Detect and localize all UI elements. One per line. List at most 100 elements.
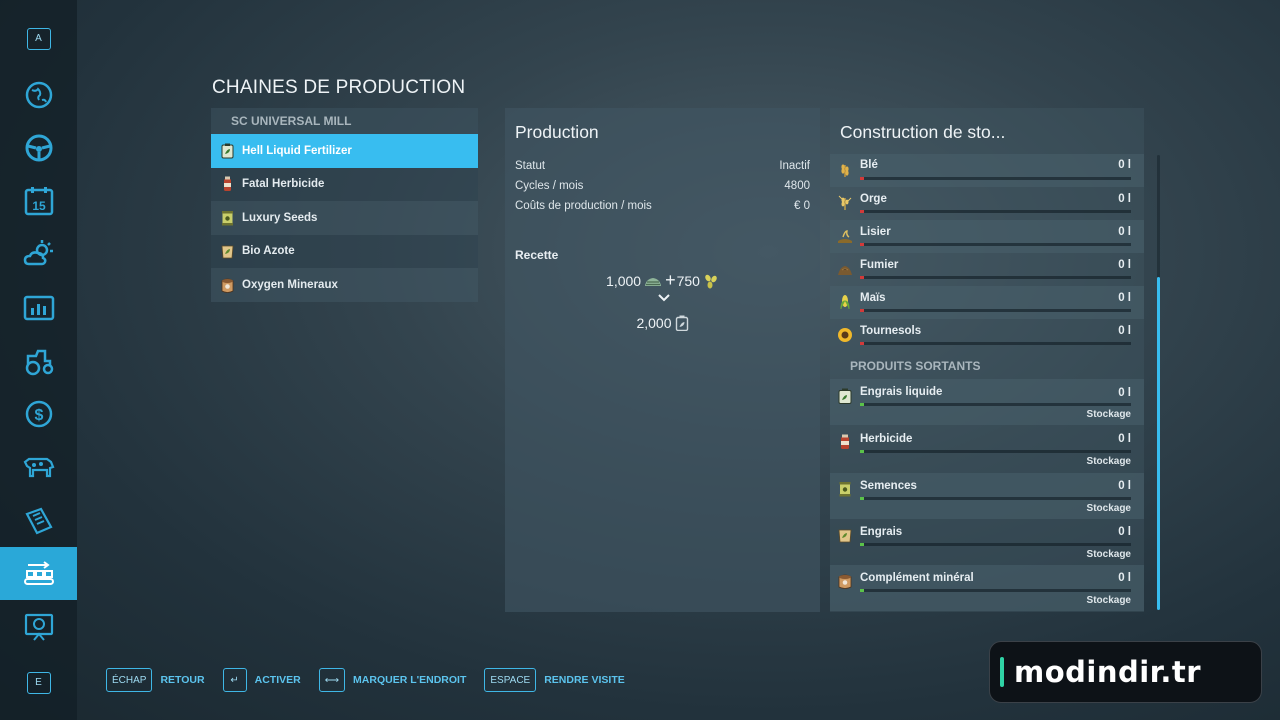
chain-item-label: Hell Liquid Fertilizer [242,144,352,157]
calendar-icon: 15 [24,186,53,215]
key-a: A [26,27,51,50]
hint-visit[interactable]: ESPACE RENDRE VISITE [484,668,625,692]
storage-level-bar [860,450,1131,453]
fertilizer-icon [838,529,852,543]
sidebar-item-production[interactable] [0,547,77,600]
chain-item-oxygen-mineraux[interactable]: Oxygen Mineraux [211,268,478,302]
storage-row-herbicide: Herbicide 0 l Stockage [830,426,1144,472]
liquid-fertilizer-icon [675,315,688,331]
production-panel: Production Statut Inactif Cycles / mois … [505,108,820,612]
chain-item-label: Fatal Herbicide [242,178,325,191]
sidebar-item-garage[interactable] [0,334,77,387]
storage-level-bar [860,276,1131,279]
storage-scrollbar-thumb[interactable] [1157,277,1160,610]
liquid-fertilizer-icon [220,143,234,159]
animals-icon [23,457,54,477]
storage-level-fill [860,309,864,312]
chain-item-hell-liquid-fertilizer[interactable]: Hell Liquid Fertilizer [211,134,478,168]
storage-row-engrais: Engrais 0 l Stockage [830,519,1144,565]
wheat-icon [841,164,849,177]
storage-name: Herbicide [860,433,913,445]
storage-name: Engrais [860,526,903,538]
hint-back[interactable]: ÉCHAP RETOUR [106,668,205,692]
watermark-accent [1000,657,1004,687]
storage-mode: Stockage [1086,409,1131,420]
storage-name: Complément minéral [860,572,974,584]
chain-item-bio-azote[interactable]: Bio Azote [211,234,478,268]
sidebar: A 15 $ E [0,0,77,720]
globe-map-icon [25,81,52,108]
hint-mark-location[interactable]: ⟷ MARQUER L'ENDROIT [318,668,467,692]
storage-qty: 0 l [1118,387,1131,399]
key-space: ESPACE [484,668,537,692]
mineral-icon [838,574,852,589]
sidebar-item-finances[interactable]: $ [0,387,77,440]
chain-item-luxury-seeds[interactable]: Luxury Seeds [211,201,478,235]
chain-group-header: SC UNIVERSAL MILL [211,108,478,134]
recipe-inputs: 1,000 + 750 [505,270,820,291]
storage-level-fill [860,210,864,213]
hint-label: ACTIVER [254,674,301,686]
storage-row-complement-mineral: Complément minéral 0 l Stockage [830,565,1144,611]
sidebar-item-contracts[interactable] [0,494,77,547]
hint-label: MARQUER L'ENDROIT [353,674,467,686]
storage-row-fumier: Fumier 0 l [830,253,1144,286]
storage-level-fill [860,450,864,453]
chain-item-label: Bio Azote [242,245,295,258]
storage-title: Construction de sto... [840,122,1006,142]
storage-qty: 0 l [1118,433,1131,445]
sidebar-item-map[interactable] [0,68,77,121]
production-chains-icon [23,560,54,585]
storage-name: Orge [860,193,887,205]
statistics-icon [23,295,54,320]
sidebar-item-statistics[interactable] [0,281,77,334]
storage-name: Lisier [860,226,891,238]
herbicide-icon [841,434,849,449]
recipe-input-a-amount: 1,000 [606,272,642,289]
weather-icon [23,239,53,265]
sidebar-prev-key[interactable]: A [0,12,77,65]
sidebar-item-animals[interactable] [0,440,77,493]
sidebar-item-vehicles[interactable] [0,121,77,174]
storage-scrollbar[interactable] [1157,155,1160,610]
storage-name: Tournesols [860,325,922,337]
recipe-output-amount: 2,000 [636,315,672,331]
storage-level-fill [860,177,864,180]
stat-value: 4800 [784,180,810,192]
sidebar-item-calendar[interactable]: 15 [0,174,77,227]
key-escape: ÉCHAP [106,668,153,692]
storage-name: Maïs [860,292,886,304]
sidebar-next-key[interactable]: E [0,656,77,709]
storage-level-fill [860,243,864,246]
storage-level-bar [860,497,1131,500]
storage-level-bar [860,342,1131,345]
hint-activate[interactable]: ↵ ACTIVER [222,668,301,692]
help-icon [24,613,53,641]
chain-item-fatal-herbicide[interactable]: Fatal Herbicide [211,167,478,201]
storage-level-bar [860,589,1131,592]
storage-qty: 0 l [1118,526,1131,538]
storage-qty: 0 l [1118,159,1131,171]
mineral-icon [220,277,234,293]
storage-level-fill [860,403,864,406]
storage-level-fill [860,497,864,500]
storage-mode: Stockage [1086,549,1131,560]
fertilizer-icon [220,243,234,259]
sunflower-icon [838,328,852,342]
watermark-text: modindir.tr [1014,655,1202,689]
storage-qty: 0 l [1118,193,1131,205]
sidebar-item-weather[interactable] [0,227,77,280]
sunflower-seeds-icon [705,274,717,288]
stat-value: Inactif [779,160,810,172]
storage-row-lisier: Lisier 0 l [830,220,1144,253]
calendar-day: 15 [32,199,46,213]
storage-row-orge: Orge 0 l [830,187,1144,220]
barley-icon [838,195,852,210]
storage-mode: Stockage [1086,456,1131,467]
key-enter: ↵ [222,668,247,692]
sidebar-item-help[interactable] [0,600,77,653]
manure-icon [838,266,852,275]
stat-label: Cycles / mois [515,180,584,192]
storage-level-fill [860,276,864,279]
stat-value: € 0 [794,200,810,212]
